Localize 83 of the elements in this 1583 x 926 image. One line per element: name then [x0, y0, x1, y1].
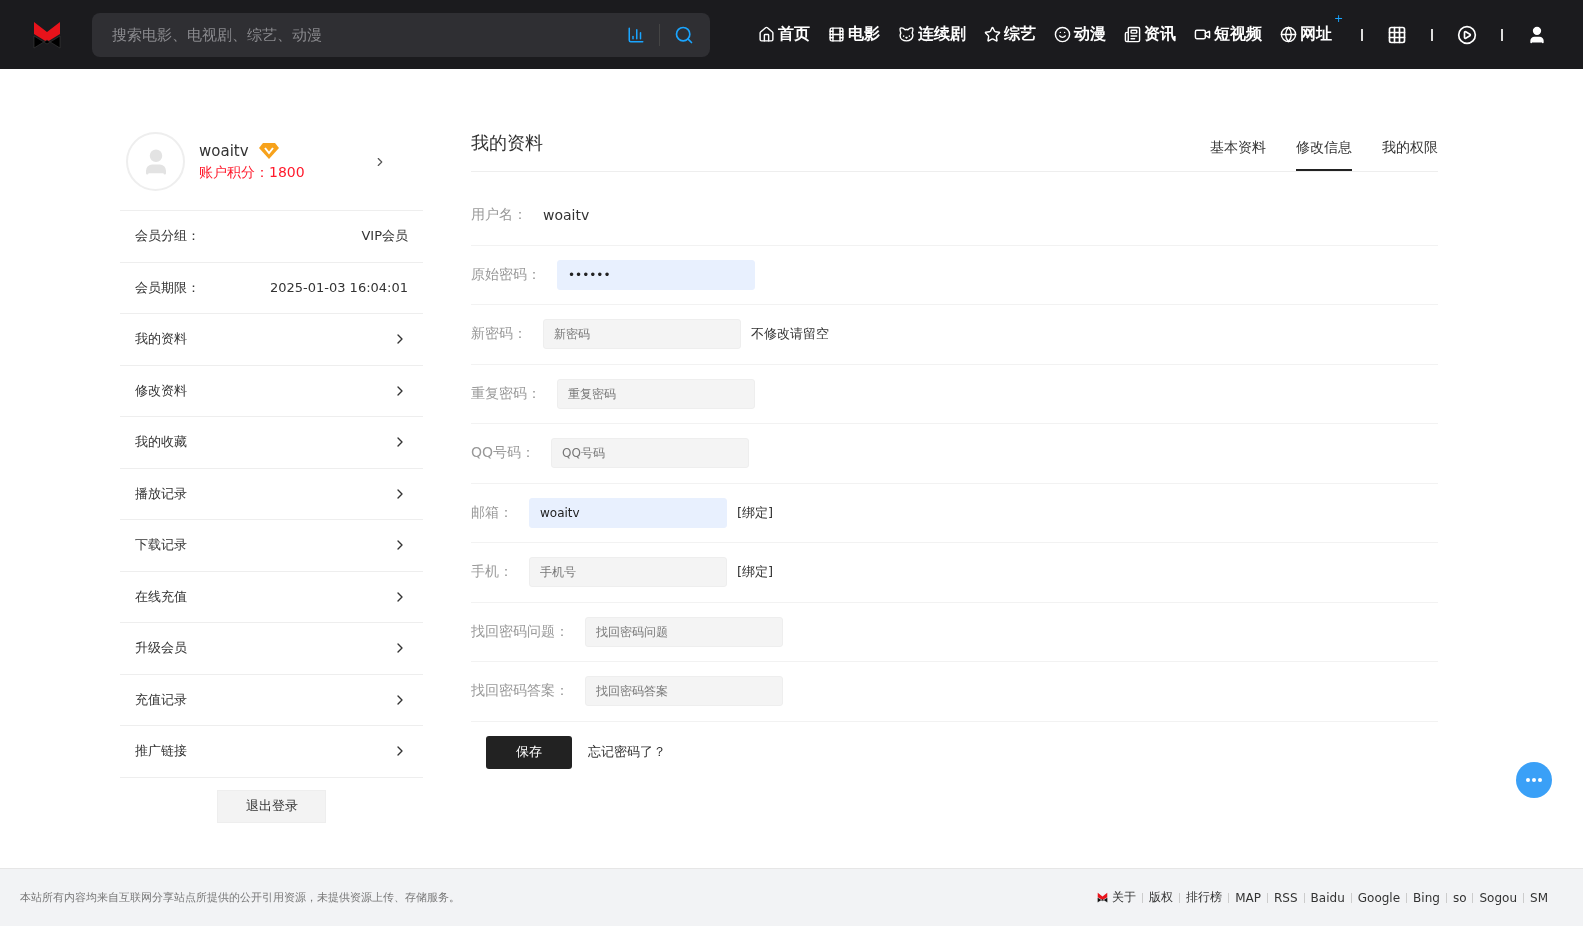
menu-item[interactable]: 在线充值 — [120, 571, 423, 623]
nav-link[interactable]: 网址 — [1280, 24, 1332, 45]
info-label: 会员期限： — [135, 278, 200, 297]
footer-link[interactable]: Google — [1357, 890, 1401, 905]
footer-link[interactable]: Baidu — [1310, 890, 1345, 905]
search-icon[interactable] — [674, 24, 694, 45]
film-reel-icon — [828, 26, 845, 43]
site-logo — [32, 19, 62, 50]
menu-item[interactable]: 修改资料 — [120, 365, 423, 417]
footer-link[interactable]: Sogou — [1479, 890, 1517, 905]
forgot-password-link[interactable]: 忘记密码了？ — [588, 743, 666, 761]
info-value: VIP会员 — [361, 227, 408, 246]
username: woaitv — [199, 141, 249, 160]
account-points: 账户积分：1800 — [199, 163, 306, 182]
smile-icon — [1054, 26, 1071, 43]
nav-link[interactable]: 资讯 — [1124, 24, 1176, 45]
footer-link[interactable]: MAP — [1235, 890, 1262, 905]
nav-link[interactable]: 首页 — [758, 24, 810, 45]
menu-item[interactable]: 充值记录 — [120, 674, 423, 726]
field-label: QQ号码： — [471, 444, 536, 463]
nav-link[interactable]: 动漫 — [1054, 24, 1106, 45]
field-label: 新密码： — [471, 325, 527, 344]
input-field[interactable]: 找回密码问题 — [585, 616, 783, 647]
avatar — [126, 132, 185, 191]
info-label: 会员分组： — [135, 227, 200, 246]
menu-item[interactable]: 播放记录 — [120, 468, 423, 520]
field-label: 原始密码： — [471, 265, 541, 284]
nav-link[interactable]: 综艺 — [984, 24, 1036, 45]
page-title: 我的资料 — [471, 131, 543, 155]
play-icon[interactable] — [1457, 24, 1478, 45]
footer-link[interactable]: RSS — [1274, 890, 1298, 905]
tab[interactable]: 基本资料 — [1210, 139, 1266, 171]
search-input[interactable]: 搜索电影、电视剧、综艺、动漫 — [110, 24, 627, 45]
more-icon — [1526, 778, 1542, 782]
logout-button[interactable]: 退出登录 — [217, 789, 326, 823]
menu-item[interactable]: 下载记录 — [120, 520, 423, 572]
house-icon — [758, 26, 775, 43]
input-field[interactable]: QQ号码 — [551, 438, 750, 469]
info-value: 2025-01-03 16:04:01 — [269, 280, 408, 296]
diamond-icon — [258, 142, 279, 159]
field-label: 手机： — [471, 563, 513, 582]
field-label: 用户名： — [471, 206, 527, 225]
menu-item[interactable]: 我的收藏 — [120, 417, 423, 469]
tab[interactable]: 修改信息 — [1296, 139, 1352, 171]
footer-link[interactable]: SM — [1530, 890, 1548, 905]
plus-sign: + — [1334, 12, 1344, 25]
footer-link[interactable]: 版权 — [1149, 889, 1174, 906]
field-label: 邮箱： — [471, 503, 513, 522]
more-button[interactable] — [1516, 762, 1552, 798]
footer-link[interactable]: Bing — [1413, 890, 1440, 905]
field-label: 重复密码： — [471, 384, 541, 403]
field-note: [绑定] — [737, 503, 774, 522]
field-label: 找回密码问题： — [471, 622, 569, 641]
cat-icon — [898, 26, 915, 43]
menu-item[interactable]: 我的资料 — [120, 314, 423, 366]
star-icon — [984, 26, 1001, 43]
tab[interactable]: 我的权限 — [1382, 139, 1438, 171]
save-button[interactable]: 保存 — [486, 735, 572, 769]
footer-link[interactable]: 关于 — [1112, 889, 1137, 906]
field-note: 不修改请留空 — [751, 325, 829, 344]
footer-notice: 本站所有内容均来自互联网分享站点所提供的公开引用资源，未提供资源上传、存储服务。 — [20, 890, 460, 905]
footer-link[interactable]: so — [1452, 890, 1467, 905]
footer-link[interactable]: 排行榜 — [1186, 889, 1223, 906]
newspaper-icon — [1124, 26, 1141, 43]
field-label: 找回密码答案： — [471, 682, 569, 701]
nav-link[interactable]: 连续剧 — [898, 24, 966, 45]
grid-icon[interactable] — [1387, 24, 1408, 45]
menu-item[interactable]: 升级会员 — [120, 623, 423, 675]
chart-icon[interactable] — [627, 25, 645, 44]
globe-icon — [1280, 26, 1297, 43]
search-field[interactable]: 搜索电影、电视剧、综艺、动漫 — [92, 12, 710, 57]
username-value: woaitv — [543, 207, 590, 224]
input-field[interactable]: 新密码 — [543, 319, 741, 350]
nav-link[interactable]: 短视频 — [1194, 24, 1262, 45]
input-field[interactable]: 重复密码 — [557, 378, 755, 409]
input-field[interactable]: 手机号 — [529, 557, 727, 588]
menu-item[interactable]: 推广链接 — [120, 726, 423, 778]
input-field[interactable]: woaitv — [529, 497, 727, 528]
field-note: [绑定] — [737, 563, 774, 582]
logo-icon — [1097, 892, 1109, 903]
input-field[interactable]: •••••• — [557, 259, 755, 290]
nav-link[interactable]: 电影 — [828, 24, 880, 45]
input-field[interactable]: 找回密码答案 — [585, 676, 783, 707]
